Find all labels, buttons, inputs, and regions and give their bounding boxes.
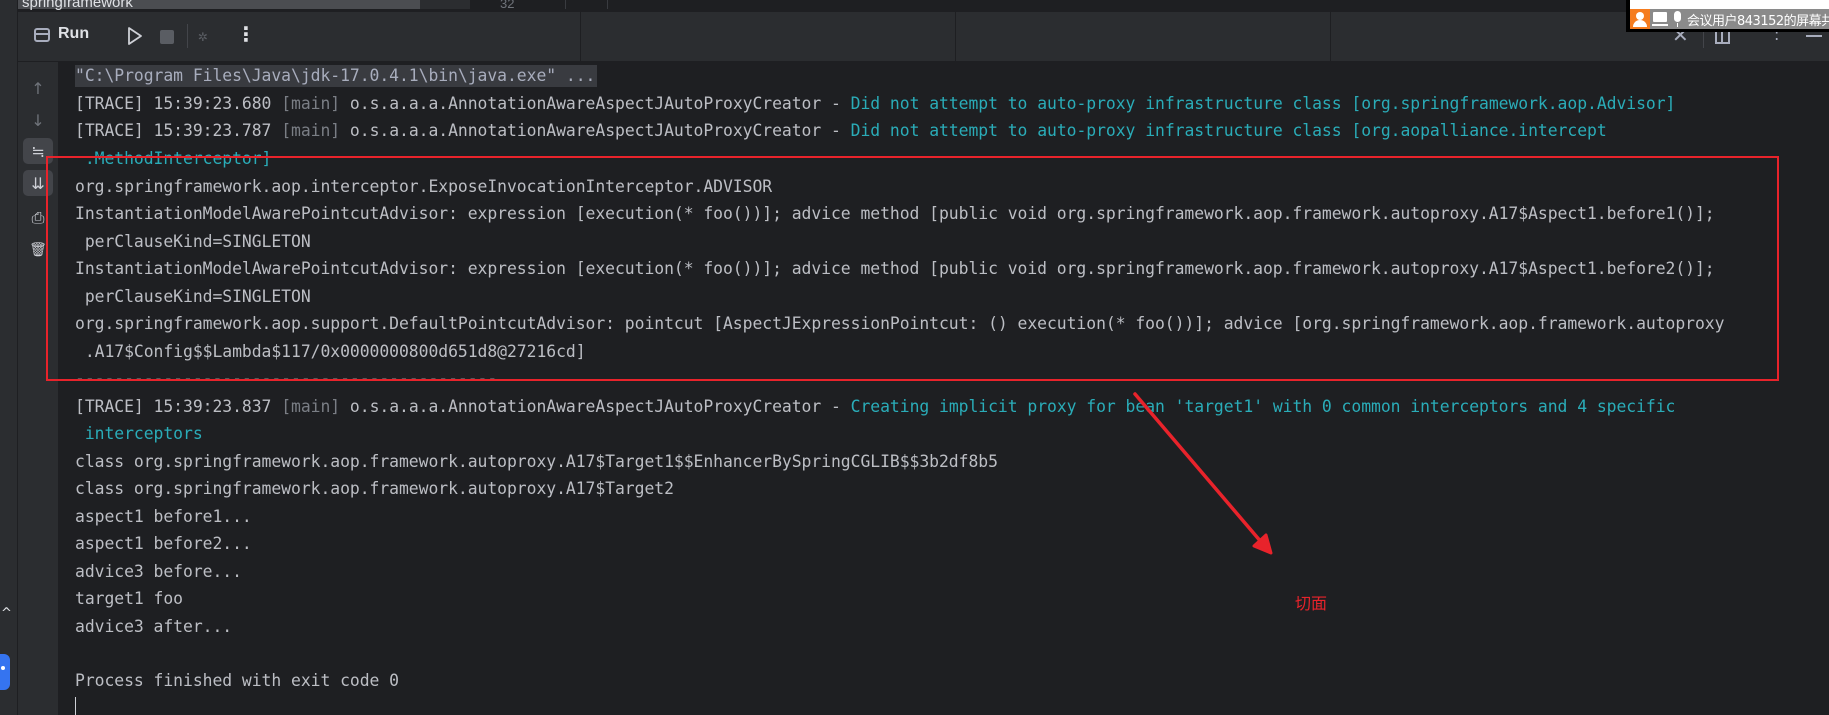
output-line: advice3 before... bbox=[75, 562, 242, 581]
divider bbox=[565, 0, 566, 9]
screen-share-strip bbox=[1630, 0, 1829, 9]
run-tab-title[interactable]: Run bbox=[58, 25, 89, 43]
microphone-icon[interactable] bbox=[1674, 11, 1681, 27]
window-icon bbox=[34, 28, 50, 42]
log-timestamp: [TRACE] 15:39:23.837 bbox=[75, 397, 282, 416]
soft-wrap-icon: ≒ bbox=[31, 141, 45, 161]
editor-tab-strip: springframework 32 bbox=[0, 0, 1829, 12]
dot-icon bbox=[1, 666, 5, 670]
log-logger: o.s.a.a.a.AnnotationAwareAspectJAutoProx… bbox=[340, 397, 851, 416]
editor-tab-label: springframework bbox=[22, 0, 133, 11]
output-line: aspect1 before1... bbox=[75, 507, 252, 526]
highlight-box bbox=[46, 156, 1779, 381]
editor-gutter bbox=[420, 0, 470, 9]
log-line: [TRACE] 15:39:23.837 [main] o.s.a.a.a.An… bbox=[75, 396, 1675, 418]
command-line[interactable]: "C:\Program Files\Java\jdk-17.0.4.1\bin\… bbox=[75, 65, 598, 87]
divider bbox=[1330, 12, 1331, 61]
screen-share-label: 会议用户843152的屏幕共享 bbox=[1687, 14, 1829, 29]
divider bbox=[580, 12, 581, 61]
output-line: target1 foo bbox=[75, 589, 183, 608]
divider bbox=[607, 0, 608, 9]
debug-icon[interactable]: ✲ bbox=[198, 26, 208, 45]
stop-button[interactable] bbox=[160, 30, 174, 44]
tool-window-button[interactable] bbox=[0, 654, 10, 690]
line-number: 32 bbox=[500, 0, 515, 11]
run-toolbar bbox=[18, 12, 1829, 62]
arrow-down-icon: ↓ bbox=[31, 110, 45, 130]
output-line: class org.springframework.aop.framework.… bbox=[75, 479, 674, 498]
more-options-button[interactable]: ⋮ bbox=[236, 22, 256, 46]
printer-icon: ⎙ bbox=[31, 208, 45, 227]
log-line: [TRACE] 15:39:23.787 [main] o.s.a.a.a.An… bbox=[75, 120, 1607, 142]
log-line: [TRACE] 15:39:23.680 [main] o.s.a.a.a.An… bbox=[75, 93, 1675, 115]
log-thread: [main] bbox=[281, 94, 341, 113]
log-logger: o.s.a.a.a.AnnotationAwareAspectJAutoProx… bbox=[340, 121, 851, 140]
annotation-label: 切面 bbox=[1295, 594, 1328, 613]
log-timestamp: [TRACE] 15:39:23.680 bbox=[75, 94, 282, 113]
log-message: Creating implicit proxy for bean 'target… bbox=[850, 397, 1676, 416]
log-message: Did not attempt to auto-proxy infrastruc… bbox=[850, 121, 1607, 140]
share-screen-icon[interactable] bbox=[1652, 12, 1668, 26]
rerun-button[interactable] bbox=[126, 26, 144, 46]
minimize-icon[interactable] bbox=[1806, 35, 1822, 37]
play-icon bbox=[128, 27, 142, 45]
scroll-down-button[interactable]: ↓ bbox=[23, 107, 53, 133]
divider bbox=[955, 12, 956, 61]
output-line: advice3 after... bbox=[75, 617, 233, 636]
exit-status-line: Process finished with exit code 0 bbox=[75, 671, 399, 690]
log-logger: o.s.a.a.a.AnnotationAwareAspectJAutoProx… bbox=[340, 94, 851, 113]
log-thread: [main] bbox=[281, 121, 341, 140]
log-timestamp: [TRACE] 15:39:23.787 bbox=[75, 121, 282, 140]
scroll-to-end-icon: ⇊ bbox=[31, 173, 45, 193]
layout-icon[interactable] bbox=[1715, 30, 1730, 44]
log-message: Did not attempt to auto-proxy infrastruc… bbox=[850, 94, 1676, 113]
arrow-up-icon: ↑ bbox=[31, 78, 45, 98]
expand-icon[interactable]: ^ bbox=[1, 606, 12, 621]
divider bbox=[187, 24, 188, 48]
scroll-up-button[interactable]: ↑ bbox=[23, 75, 53, 101]
log-line-continuation: interceptors bbox=[75, 424, 203, 443]
text-cursor bbox=[75, 697, 76, 715]
output-line: class org.springframework.aop.framework.… bbox=[75, 452, 998, 471]
log-thread: [main] bbox=[281, 397, 341, 416]
trash-icon: 🗑 bbox=[29, 242, 47, 258]
output-line: aspect1 before2... bbox=[75, 534, 252, 553]
user-icon[interactable] bbox=[1630, 9, 1650, 29]
